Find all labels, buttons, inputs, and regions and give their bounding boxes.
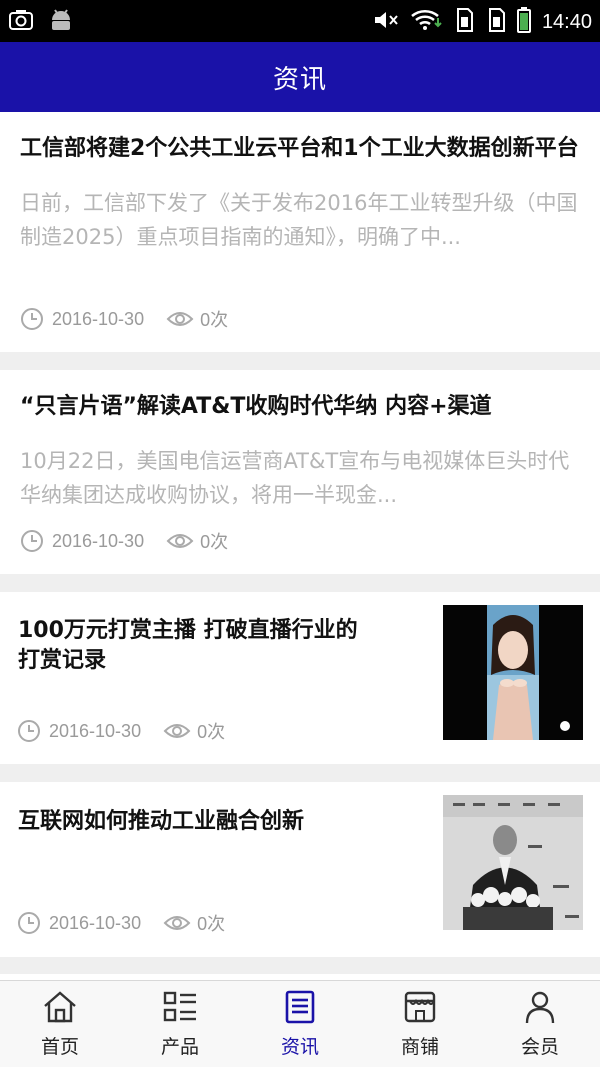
nav-item-member[interactable]: 会员 [480, 981, 600, 1067]
nav-label: 首页 [40, 1036, 79, 1058]
nav-item-products[interactable]: 产品 [120, 981, 240, 1067]
sim2-icon [484, 7, 506, 37]
news-title[interactable]: 互联网如何推动工业融合创新 [18, 807, 418, 837]
bottom-nav: 首页 产品 资讯 商铺 会员 [0, 980, 600, 1067]
news-date: 2016-10-30 [49, 720, 142, 741]
sim1-icon [452, 7, 474, 37]
news-date: 2016-10-30 [52, 530, 145, 551]
nav-label: 会员 [520, 1036, 559, 1058]
status-bar: 14:40 [0, 0, 600, 42]
eye-icon [163, 721, 191, 741]
clock-icon [20, 307, 44, 331]
news-card[interactable]: 互联网如何推动工业融合创新 2016-10-30 0次 [0, 782, 600, 957]
news-meta: 2016-10-30 0次 [17, 910, 225, 936]
news-card[interactable]: 工信部将建2个公共工业云平台和1个工业大数据创新平台 日前，工信部下发了《关于发… [0, 112, 600, 352]
news-summary: 日前，工信部下发了《关于发布2016年工业转型升级（中国制造2025）重点项目指… [20, 191, 578, 249]
nav-item-shop[interactable]: 商铺 [360, 981, 480, 1067]
mute-icon [372, 8, 400, 36]
news-card[interactable]: 100万元打赏主播 打破直播行业的 打赏记录 2016-10-30 0次 [0, 592, 600, 764]
news-summary: 10月22日，美国电信运营商AT&T宣布与电视媒体巨头时代华纳集团达成收购协议，… [20, 449, 570, 507]
nav-item-news[interactable]: 资讯 [240, 981, 360, 1067]
news-date: 2016-10-30 [49, 912, 142, 933]
clock-icon [20, 529, 44, 553]
screenshot-icon [8, 9, 34, 35]
shop-icon [402, 990, 438, 1028]
eye-icon [163, 913, 191, 933]
eye-icon [166, 531, 194, 551]
grid-list-icon [162, 990, 198, 1028]
news-views: 0次 [197, 722, 226, 742]
news-thumbnail[interactable] [443, 605, 583, 740]
news-icon [282, 990, 318, 1028]
nav-item-home[interactable]: 首页 [0, 981, 120, 1067]
home-icon [42, 990, 78, 1028]
user-icon [522, 990, 558, 1028]
page-title: 资讯 [272, 64, 327, 95]
news-meta: 2016-10-30 0次 [20, 528, 228, 554]
nav-label: 商铺 [400, 1036, 439, 1058]
news-meta: 2016-10-30 0次 [17, 718, 225, 744]
news-title-line1[interactable]: 100万元打赏主播 打破直播行业的 [18, 616, 418, 646]
news-card[interactable]: “只言片语”解读AT&T收购时代华纳 内容+渠道 10月22日，美国电信运营商A… [0, 370, 600, 574]
news-title-line2[interactable]: 打赏记录 [18, 646, 418, 676]
news-views: 0次 [200, 532, 229, 552]
news-feed[interactable]: 工信部将建2个公共工业云平台和1个工业大数据创新平台 日前，工信部下发了《关于发… [0, 112, 600, 980]
news-views: 0次 [200, 310, 229, 330]
eye-icon [166, 309, 194, 329]
wifi-icon [410, 8, 442, 36]
news-thumbnail[interactable] [443, 795, 583, 930]
battery-icon [516, 6, 532, 38]
app-header: 资讯 [0, 42, 600, 112]
news-meta: 2016-10-30 0次 [20, 306, 228, 332]
clock-icon [17, 719, 41, 743]
clock-icon [17, 911, 41, 935]
news-title[interactable]: “只言片语”解读AT&T收购时代华纳 内容+渠道 [20, 392, 580, 422]
news-views: 0次 [197, 914, 226, 934]
news-date: 2016-10-30 [52, 308, 145, 329]
nav-label: 产品 [160, 1036, 199, 1058]
status-time: 14:40 [541, 10, 592, 33]
android-icon [48, 8, 74, 36]
nav-label: 资讯 [280, 1036, 319, 1058]
news-title[interactable]: 工信部将建2个公共工业云平台和1个工业大数据创新平台 [20, 134, 580, 164]
